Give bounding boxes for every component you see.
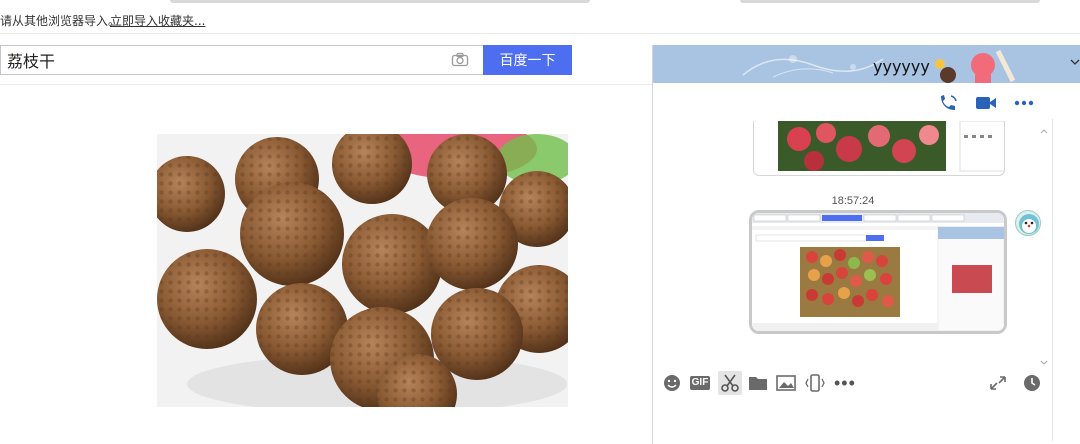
import-hint-text: 请从其他浏览器导入。	[0, 14, 121, 28]
previous-image-message[interactable]	[753, 121, 1005, 176]
more-icon[interactable]: •••	[834, 374, 856, 397]
history-clock-icon[interactable]	[1021, 373, 1043, 393]
scroll-up-icon[interactable]	[1039, 123, 1049, 134]
more-icon[interactable]	[1013, 93, 1035, 113]
camera-icon[interactable]	[451, 52, 469, 68]
chat-input-toolbar: GIF •••	[653, 367, 1053, 399]
chevron-down-icon[interactable]	[1069, 55, 1080, 67]
emoji-icon[interactable]	[661, 373, 683, 393]
gif-icon[interactable]: GIF	[690, 376, 710, 390]
image-icon[interactable]	[775, 373, 797, 393]
phone-icon[interactable]	[937, 93, 959, 113]
chat-title: yyyyyy	[873, 57, 930, 76]
browser-page: 请从其他浏览器导入。 立即导入收藏夹... 百度一下	[0, 0, 1080, 444]
folder-icon[interactable]	[747, 373, 769, 393]
screenshot-scissors-icon[interactable]	[718, 371, 742, 395]
chat-scrollbar[interactable]	[1039, 123, 1049, 367]
scroll-down-icon[interactable]	[1039, 355, 1049, 365]
chat-actions	[653, 83, 1080, 119]
bookmark-import-bar: 请从其他浏览器导入。 立即导入收藏夹...	[0, 8, 1080, 34]
shake-icon[interactable]	[804, 373, 826, 393]
tab-strip-remnant	[0, 0, 1080, 6]
search-button[interactable]: 百度一下	[483, 45, 572, 75]
search-input[interactable]	[7, 46, 437, 74]
chat-header: yyyyyy	[653, 45, 1080, 83]
chat-window: yyyyyy 18:57:24 GIF •••	[652, 45, 1080, 444]
dried-lychee-image[interactable]	[157, 134, 568, 407]
message-timestamp: 18:57:24	[831, 195, 875, 207]
search-box	[0, 45, 483, 75]
divider	[0, 84, 652, 85]
avatar[interactable]	[1015, 210, 1041, 236]
screenshot-image-message[interactable]	[749, 210, 1007, 334]
import-bookmarks-link[interactable]: 立即导入收藏夹...	[110, 8, 205, 34]
expand-icon[interactable]	[987, 373, 1009, 393]
video-call-icon[interactable]	[975, 93, 997, 113]
